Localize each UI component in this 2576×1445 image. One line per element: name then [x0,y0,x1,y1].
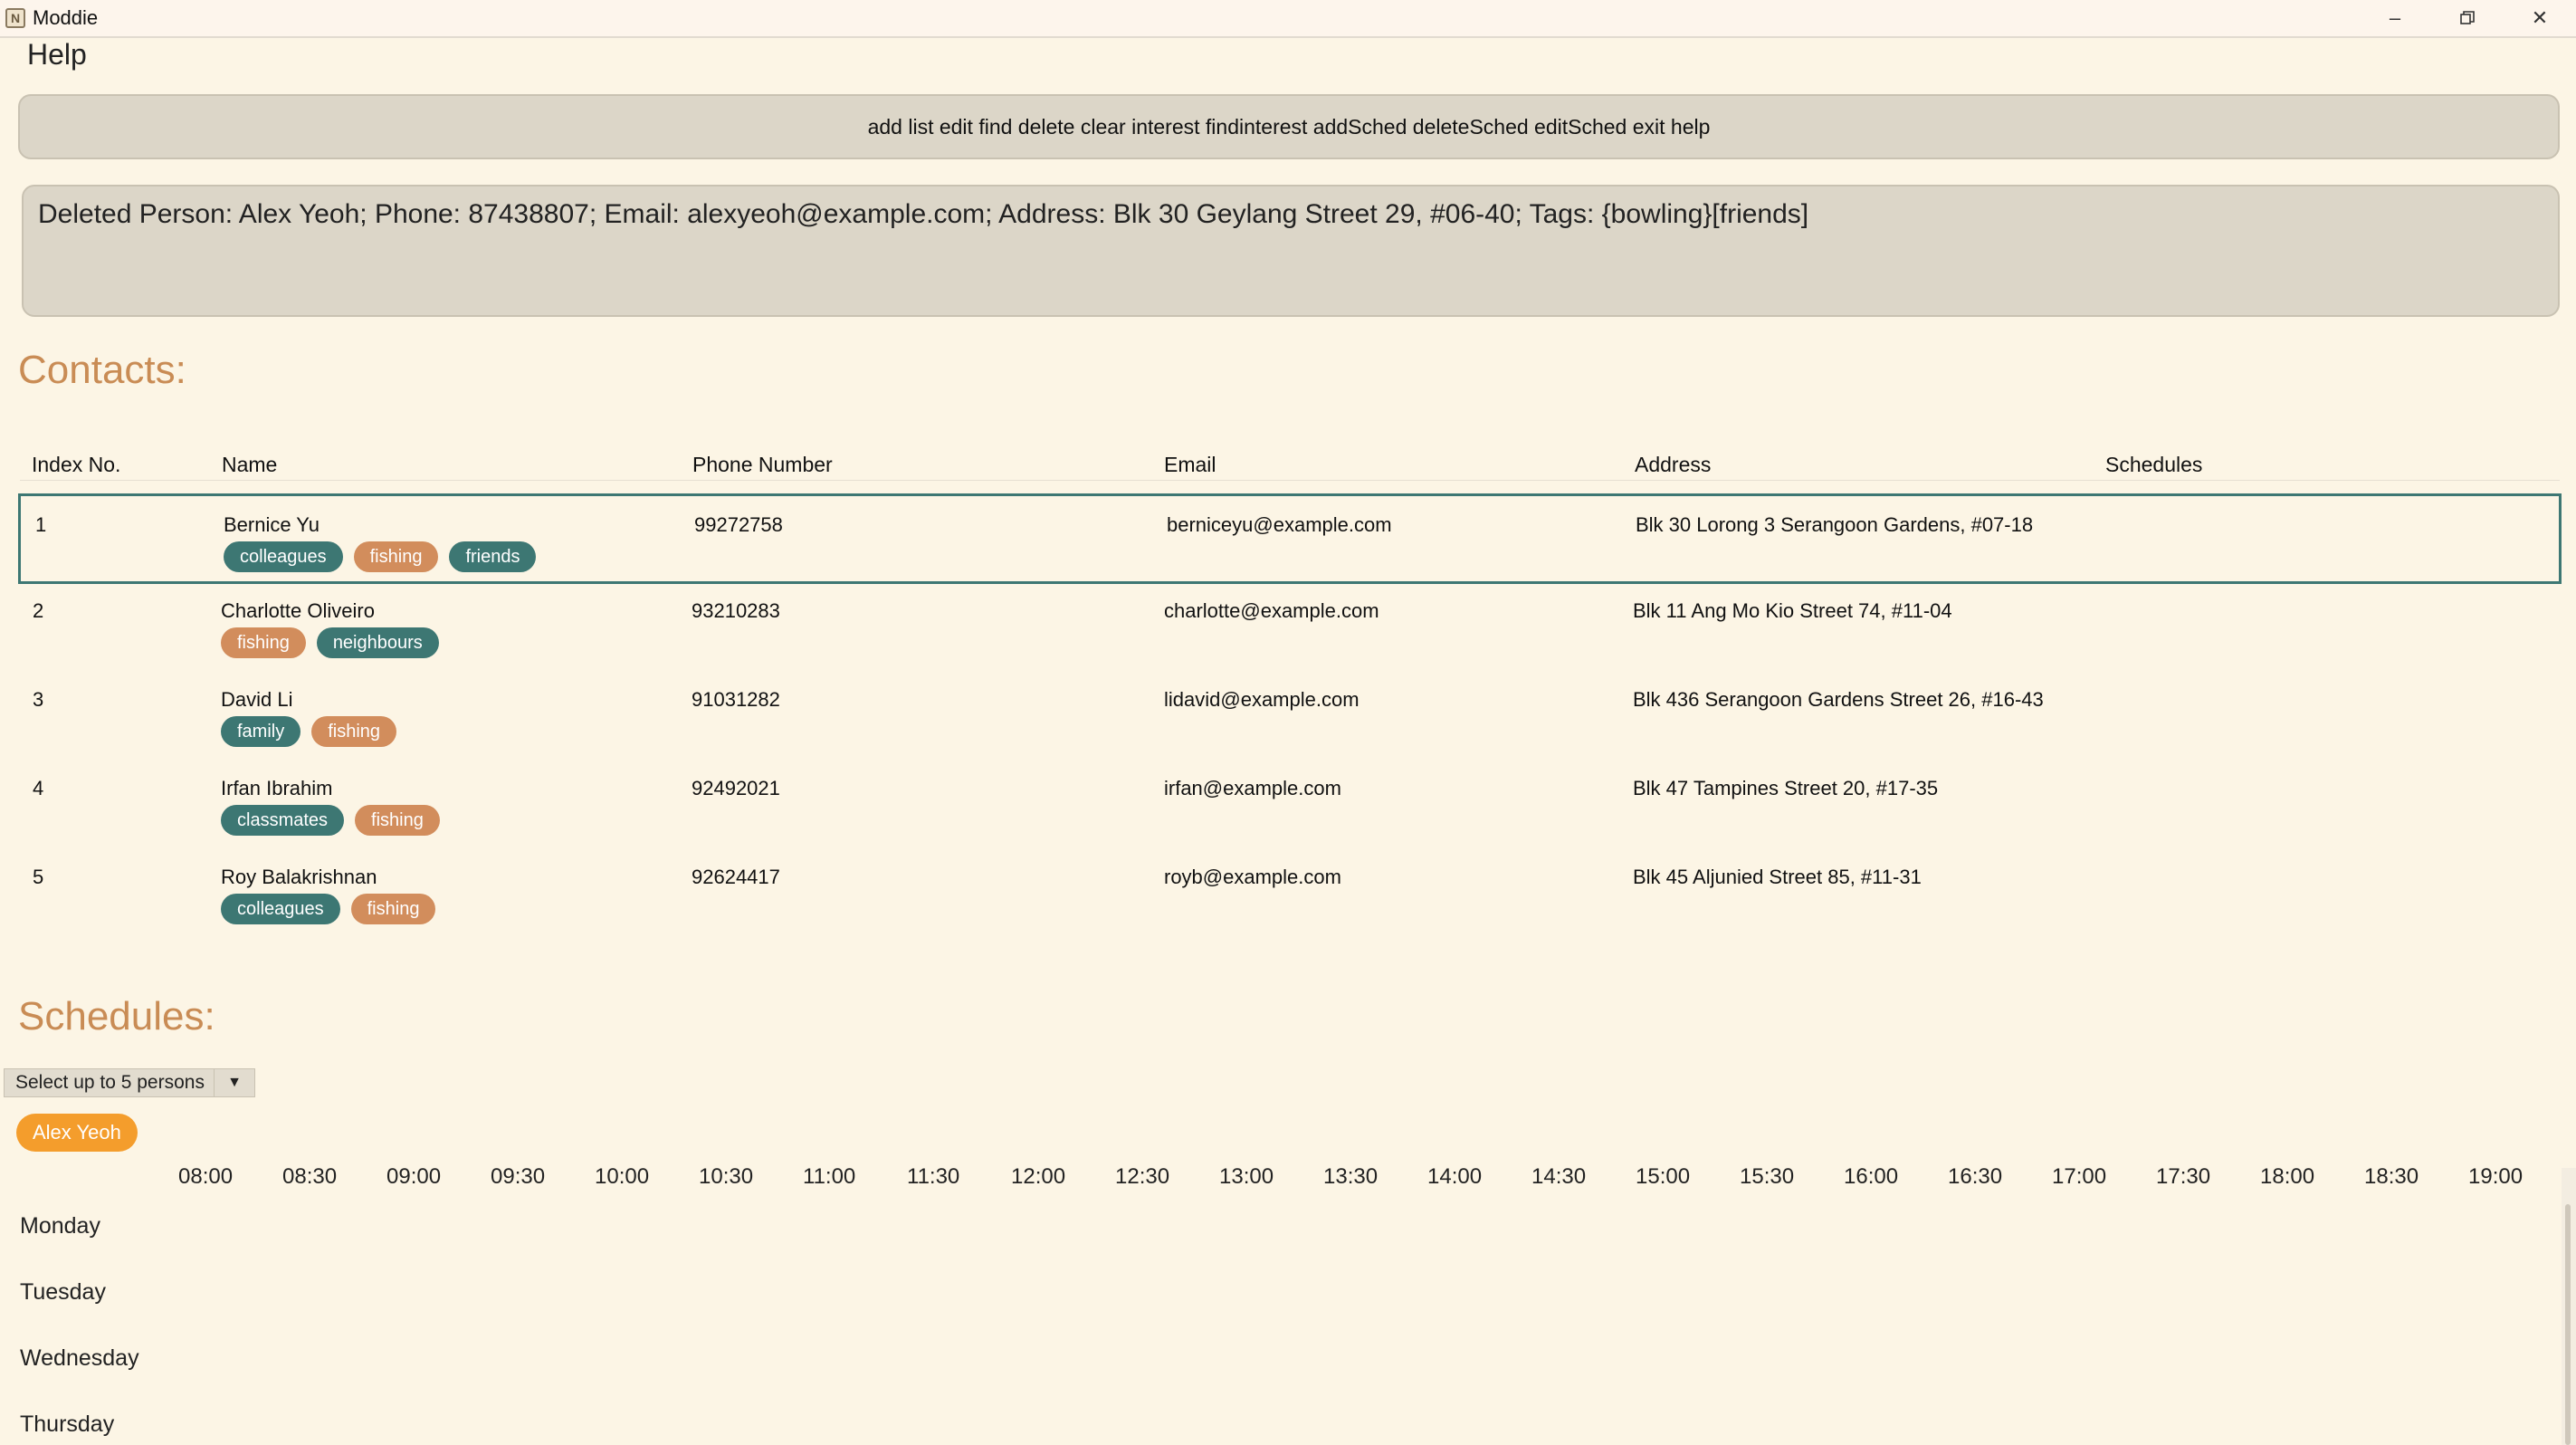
contact-address: Blk 47 Tampines Street 20, #17-35 [1633,777,1939,799]
tag-badge: family [221,716,301,747]
contact-row[interactable]: 1 Bernice Yu 99272758 berniceyu@example.com… [18,493,2562,584]
contact-address: Blk 30 Lorong 3 Serangoon Gardens, #07-1… [1636,513,2034,536]
header-name: Name [222,453,278,476]
contact-index: 5 [33,866,44,888]
tag-badge: friends [449,541,537,572]
day-label: Wednesday [20,1345,139,1371]
schedules-title: Schedules: [18,994,215,1038]
time-label: 11:30 [907,1164,960,1189]
time-label: 13:00 [1219,1164,1274,1189]
header-phone: Phone Number [692,453,833,476]
contact-index: 1 [35,513,47,536]
window-title: Moddie [33,6,99,29]
selected-person-chip[interactable]: Alex Yeoh [16,1114,138,1152]
contact-phone: 93210283 [692,599,780,622]
time-label: 12:00 [1011,1164,1066,1189]
header-schedules: Schedules [2105,453,2203,476]
tag-badge: colleagues [221,894,340,924]
contact-name: David Li [221,688,293,711]
time-label: 17:30 [2156,1164,2211,1189]
contact-email: lidavid@example.com [1164,688,1360,711]
time-label: 10:30 [699,1164,754,1189]
time-label: 16:30 [1948,1164,2003,1189]
time-label: 14:00 [1427,1164,1483,1189]
tag-badge: colleagues [224,541,343,572]
time-label: 10:00 [595,1164,650,1189]
menu-help[interactable]: Help [27,38,87,72]
time-label: 15:00 [1636,1164,1691,1189]
day-label: Thursday [20,1412,115,1437]
contact-address: Blk 436 Serangoon Gardens Street 26, #16… [1633,688,2044,711]
contacts-table-header: Index No. Name Phone Number Email Addres… [20,453,2560,481]
tag-badge: fishing [221,627,306,658]
time-label: 08:30 [282,1164,338,1189]
contact-name: Charlotte Oliveiro [221,599,375,622]
tag-badge: classmates [221,805,345,836]
close-icon[interactable]: ✕ [2504,0,2576,36]
restore-icon[interactable] [2431,0,2504,36]
command-bar[interactable]: add list edit find delete clear interest… [18,94,2560,159]
header-email: Email [1164,453,1216,476]
contact-phone: 92624417 [692,866,780,888]
time-label: 13:30 [1323,1164,1379,1189]
day-label: Monday [20,1213,100,1239]
tag-badge: fishing [353,541,439,572]
time-label: 18:00 [2260,1164,2315,1189]
contact-row[interactable]: 3 David Li 91031282 lidavid@example.com Blk … [18,671,2562,761]
contact-email: irfan@example.com [1164,777,1341,799]
time-label: 09:00 [386,1164,442,1189]
result-display: Deleted Person: Alex Yeoh; Phone: 874388… [22,185,2560,317]
time-label: 11:00 [803,1164,856,1189]
schedule-scrollbar-thumb[interactable] [2565,1204,2571,1445]
time-label: 17:00 [2052,1164,2107,1189]
title-bar: N Moddie – ✕ [0,0,2576,38]
contact-address: Blk 45 Aljunied Street 85, #11-31 [1633,866,1922,888]
person-select-label: Select up to 5 persons [15,1072,205,1093]
contact-tags: family fishing [221,716,397,747]
contact-row[interactable]: 4 Irfan Ibrahim 92492021 irfan@example.com B… [18,760,2562,850]
contact-row[interactable]: 2 Charlotte Oliveiro 93210283 charlotte@exa… [18,582,2562,673]
app-logo-icon: N [5,8,25,28]
tag-badge: fishing [355,805,440,836]
time-label: 12:30 [1115,1164,1170,1189]
tag-badge: neighbours [316,627,439,658]
contact-tags: colleagues fishing friends [224,541,537,572]
tag-badge: fishing [311,716,397,747]
time-label: 19:00 [2468,1164,2524,1189]
contact-tags: classmates fishing [221,805,440,836]
contact-tags: colleagues fishing [221,894,436,924]
time-label: 14:30 [1531,1164,1587,1189]
time-label: 09:30 [491,1164,546,1189]
window-controls: – ✕ [2359,0,2576,36]
contact-email: charlotte@example.com [1164,599,1379,622]
contact-row[interactable]: 5 Roy Balakrishnan 92624417 royb@example.co… [18,848,2562,939]
contact-name: Bernice Yu [224,513,320,536]
header-index: Index No. [32,453,121,476]
contacts-title: Contacts: [18,348,186,392]
contact-name: Irfan Ibrahim [221,777,333,799]
contact-phone: 92492021 [692,777,780,799]
contact-email: royb@example.com [1164,866,1341,888]
day-label: Tuesday [20,1279,106,1305]
contact-tags: fishing neighbours [221,627,439,658]
contact-index: 3 [33,688,44,711]
contact-email: berniceyu@example.com [1167,513,1392,536]
minimize-icon[interactable]: – [2359,0,2431,36]
person-select-dropdown[interactable]: Select up to 5 persons ▼ [4,1068,255,1097]
time-label: 16:00 [1844,1164,1899,1189]
contact-address: Blk 11 Ang Mo Kio Street 74, #11-04 [1633,599,1952,622]
schedule-scrollbar[interactable] [2562,1168,2576,1445]
time-label: 15:30 [1740,1164,1795,1189]
contact-index: 4 [33,777,44,799]
contact-name: Roy Balakrishnan [221,866,377,888]
contact-index: 2 [33,599,44,622]
chevron-down-icon[interactable]: ▼ [214,1068,254,1097]
header-address: Address [1635,453,1712,476]
time-label: 18:30 [2364,1164,2419,1189]
tag-badge: fishing [350,894,436,924]
contact-phone: 99272758 [694,513,783,536]
time-label: 08:00 [178,1164,234,1189]
contact-phone: 91031282 [692,688,780,711]
